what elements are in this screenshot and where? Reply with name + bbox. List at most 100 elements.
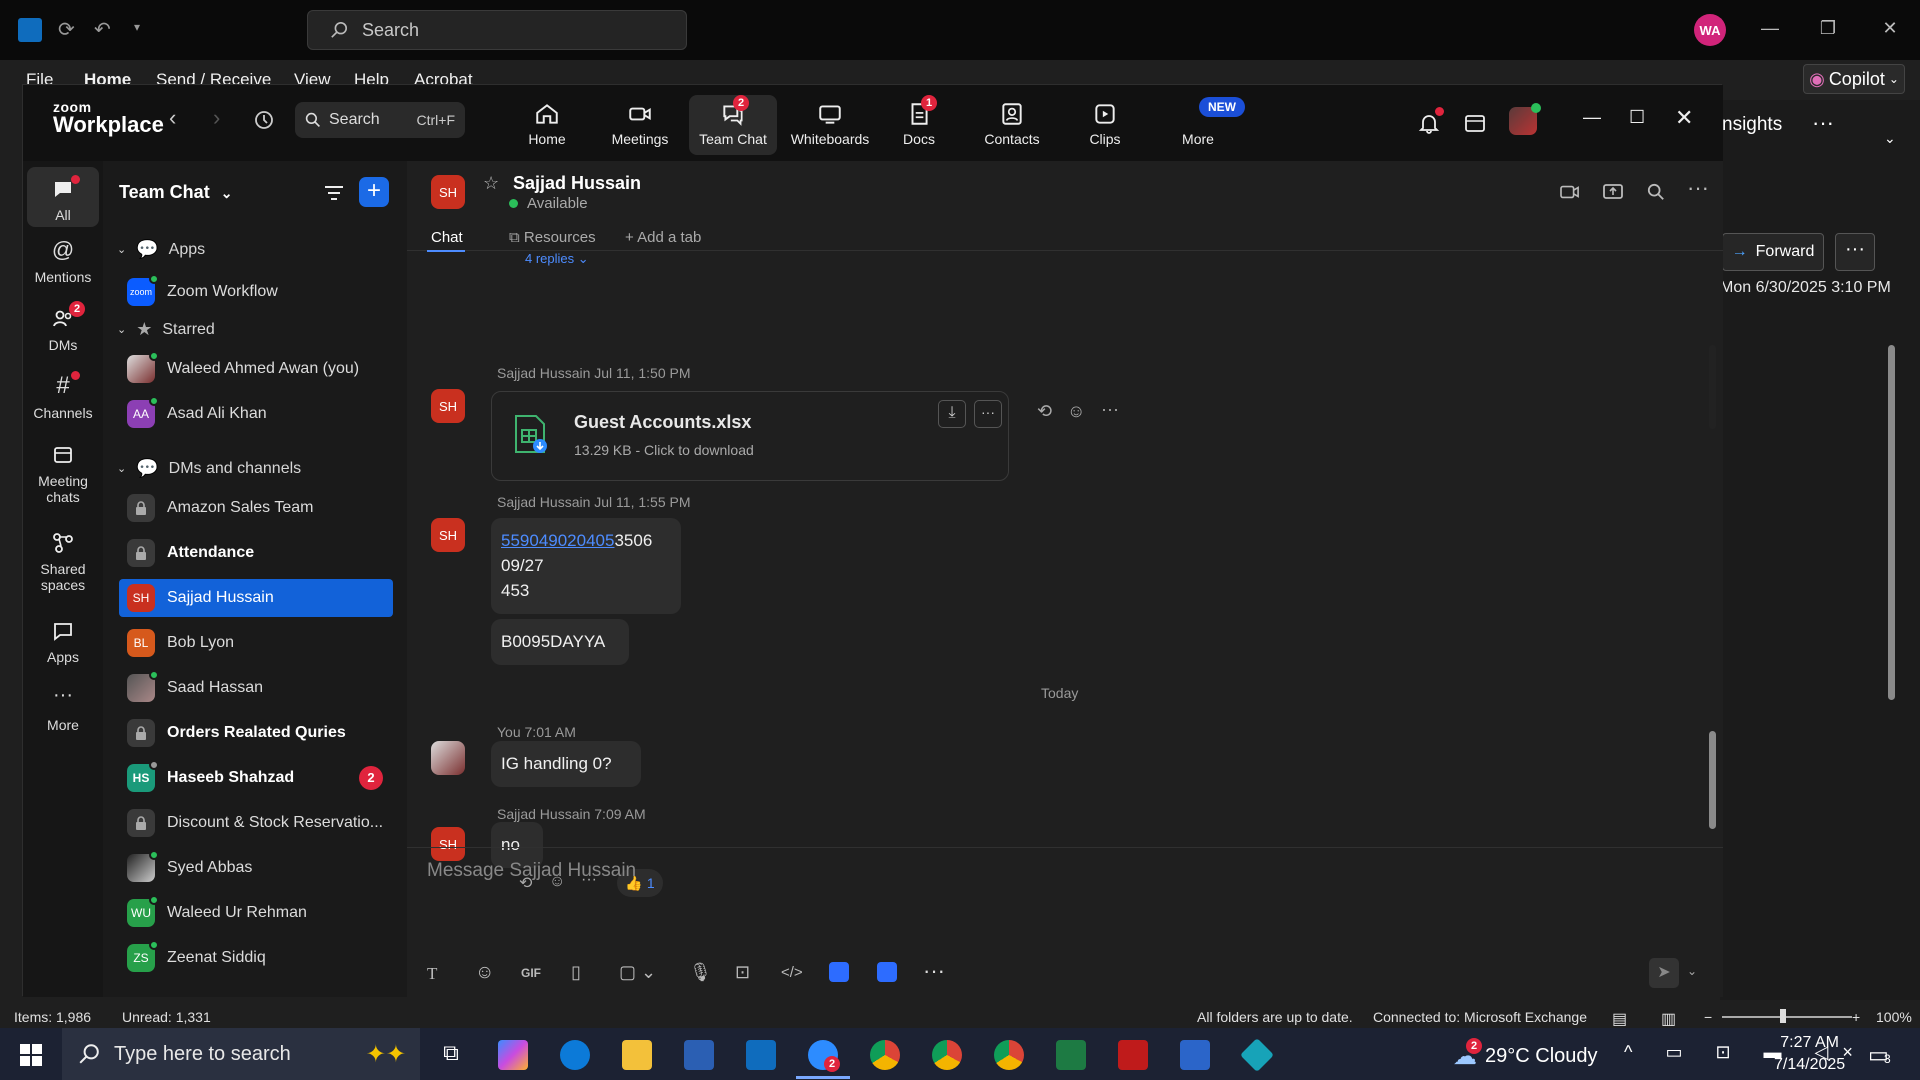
microphone-icon[interactable]: 🎙 [689, 962, 712, 983]
forward-arrow-icon[interactable]: › [213, 105, 220, 131]
tab-resources[interactable]: ⧉ Resources [509, 229, 596, 246]
avatar[interactable]: SH [431, 518, 465, 552]
message-more-icon[interactable]: ··· [1101, 399, 1119, 420]
avatar[interactable]: SH [431, 389, 465, 423]
minimize-icon[interactable]: — [1583, 107, 1601, 128]
file-explorer-icon[interactable] [622, 1040, 652, 1070]
share-screen-icon[interactable] [1603, 183, 1623, 201]
tab-contacts[interactable]: Contacts [968, 95, 1056, 155]
emoji-reaction-icon[interactable]: ☺ [1067, 401, 1085, 422]
chrome-profile-2-icon[interactable] [994, 1040, 1024, 1070]
list-item[interactable]: Syed Abbas [119, 849, 393, 887]
tab-home[interactable]: Home [503, 95, 591, 155]
attach-file-icon[interactable]: ▯ [571, 962, 581, 983]
rail-channels[interactable]: # Channels [27, 374, 99, 422]
download-icon[interactable]: ⤓ [938, 400, 966, 428]
section-dms-channels[interactable]: ⌄ 💬 DMs and channels [117, 458, 301, 479]
message-bubble[interactable]: 5590490204053506 09/27 453 [491, 518, 681, 614]
close-icon[interactable]: ✕ [1880, 18, 1900, 38]
message-input[interactable]: Message Sajjad Hussain [427, 860, 636, 882]
section-starred[interactable]: ⌄ ★ Starred [117, 319, 215, 340]
list-item[interactable]: BL Bob Lyon [119, 624, 393, 662]
video-camera-icon[interactable] [1559, 183, 1581, 201]
list-item-selected[interactable]: SH Sajjad Hussain [119, 579, 393, 617]
tab-chat[interactable]: Chat [431, 229, 463, 246]
chrome-profile-icon[interactable] [932, 1040, 962, 1070]
list-item[interactable]: Discount & Stock Reservatio... [119, 804, 393, 842]
zoom-out-icon[interactable]: − [1704, 1009, 1712, 1025]
code-snippet-icon[interactable]: </> [781, 964, 803, 981]
zoom-slider-thumb[interactable] [1780, 1009, 1786, 1023]
more-tools-icon[interactable]: ··· [923, 958, 945, 984]
message-bubble[interactable]: IG handling 0? [491, 741, 641, 787]
back-arrow-icon[interactable]: ‹ [169, 105, 176, 131]
normal-view-icon[interactable]: ▤ [1612, 1009, 1627, 1029]
list-item[interactable]: Waleed Ahmed Awan (you) [119, 350, 393, 388]
contact-name[interactable]: Sajjad Hussain [513, 173, 641, 194]
zoom-in-icon[interactable]: + [1852, 1009, 1860, 1025]
rail-shared-spaces[interactable]: Shared spaces [27, 531, 99, 593]
list-item[interactable]: Attendance [119, 534, 393, 572]
zoom-search-input[interactable]: Search Ctrl+F [295, 102, 465, 138]
emoji-icon[interactable]: ☺ [475, 962, 494, 984]
rail-mentions[interactable]: @ Mentions [27, 239, 99, 286]
rail-meeting-chats[interactable]: Meeting chats [27, 443, 99, 505]
avatar[interactable]: WA [1694, 14, 1726, 46]
chevron-down-icon[interactable]: ⌄ [1884, 130, 1896, 147]
maximize-icon[interactable]: ☐ [1629, 107, 1645, 128]
store-icon[interactable] [684, 1040, 714, 1070]
forward-button[interactable]: → Forward [1722, 233, 1824, 271]
restore-icon[interactable]: ❐ [1818, 18, 1838, 38]
new-chat-button[interactable]: + [359, 177, 389, 207]
task-view-icon[interactable]: ⧉ [436, 1040, 466, 1070]
card-number-link[interactable]: 559049020405 [501, 531, 614, 550]
horizontal-scrollbar[interactable] [1720, 982, 1860, 996]
list-item[interactable]: Saad Hassan [119, 669, 393, 707]
gif-button[interactable]: GIF [521, 966, 541, 980]
reply-icon[interactable]: ⟲ [1037, 401, 1052, 422]
zoom-integration-icon[interactable] [877, 962, 897, 982]
outlook-app-icon[interactable] [746, 1040, 776, 1070]
sidebar-title[interactable]: Team Chat ⌄ [119, 182, 232, 203]
taskbar-clock[interactable]: 7:27 AM 7/14/2025 [1774, 1032, 1845, 1076]
list-item[interactable]: zoom Zoom Workflow [119, 273, 393, 311]
chat-scrollbar-thumb[interactable] [1709, 731, 1716, 829]
list-item[interactable]: WU Waleed Ur Rehman [119, 894, 393, 932]
reading-scrollbar-thumb[interactable] [1888, 345, 1895, 700]
undo-icon[interactable]: ↶ [94, 17, 111, 42]
filezilla-icon[interactable] [1118, 1040, 1148, 1070]
avatar[interactable]: SH [431, 175, 465, 209]
send-icon[interactable]: ➤ [1649, 958, 1679, 988]
sync-icon[interactable]: ⟳ [58, 17, 75, 42]
more-options-icon[interactable]: ··· [1812, 110, 1834, 136]
taskbar-search[interactable]: Type here to search ✦✦ [62, 1028, 420, 1080]
message-more-button[interactable]: ··· [1835, 233, 1875, 271]
copilot-button[interactable]: ◉ Copilot ⌄ [1803, 64, 1905, 94]
rail-all[interactable]: All [27, 167, 99, 227]
chat-scrollbar[interactable] [1709, 345, 1716, 429]
history-icon[interactable] [253, 109, 275, 131]
list-item[interactable]: ZS Zeenat Siddiq [119, 939, 393, 977]
list-item[interactable]: Amazon Sales Team [119, 489, 393, 527]
more-options-icon[interactable]: ··· [1687, 175, 1709, 201]
list-item[interactable]: HS Haseeb Shahzad 2 [119, 759, 393, 797]
chrome-icon[interactable] [870, 1040, 900, 1070]
minimize-icon[interactable]: — [1760, 18, 1780, 38]
tab-meetings[interactable]: Meetings [596, 95, 684, 155]
tab-add[interactable]: + Add a tab [625, 229, 701, 246]
close-icon[interactable]: ✕ [1675, 105, 1693, 131]
excel-icon[interactable] [1056, 1040, 1086, 1070]
message-bubble[interactable]: B0095DAYYA [491, 619, 629, 665]
file-attachment-card[interactable]: Guest Accounts.xlsx 13.29 KB - Click to … [491, 391, 1009, 481]
windows-start-icon[interactable] [20, 1044, 42, 1066]
replies-link[interactable]: 4 replies ⌄ [525, 251, 589, 267]
copilot-app-icon[interactable] [498, 1040, 528, 1070]
screenshot-icon[interactable]: ▢ ⌄ [619, 962, 656, 983]
calendar-icon[interactable] [1463, 111, 1487, 135]
rail-more[interactable]: ··· More [27, 685, 99, 733]
chevron-down-icon[interactable]: ⌄ [1687, 964, 1697, 978]
calculator-icon[interactable] [1180, 1040, 1210, 1070]
list-item[interactable]: Orders Realated Quries [119, 714, 393, 752]
outlook-search-input[interactable]: Search [307, 10, 687, 50]
video-message-icon[interactable]: ⊡ [735, 962, 750, 983]
